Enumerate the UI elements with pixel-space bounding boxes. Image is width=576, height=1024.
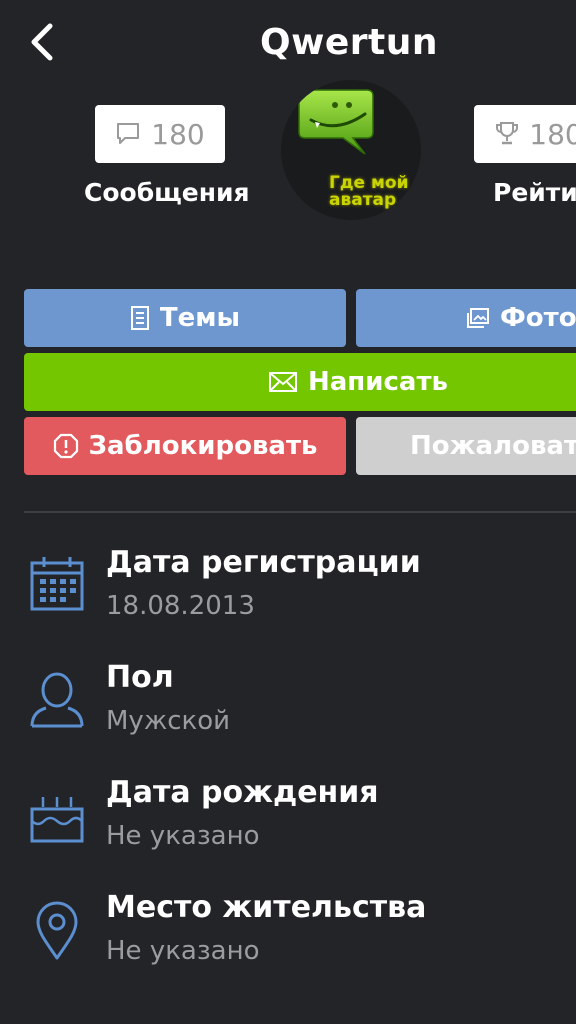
info-title-gender: Пол (106, 660, 174, 695)
info-value-location: Не указано (106, 936, 260, 966)
rating-count: 180 (529, 117, 576, 151)
info-row-gender: Пол Мужской (0, 660, 576, 760)
document-icon (130, 306, 149, 330)
messages-count: 180 (151, 117, 205, 151)
info-value-birthday: Не указано (106, 821, 260, 851)
block-octagon-icon (53, 433, 78, 459)
image-icon (467, 308, 489, 328)
speech-bubble-icon (117, 123, 140, 144)
user-icon (30, 672, 84, 728)
messages-label: Сообщения (84, 178, 250, 207)
photo-label: Фото (500, 303, 576, 333)
profile-screen: Qwertun 180 Сообщения 180 Рейтинг (0, 0, 576, 1024)
calendar-icon (30, 557, 84, 611)
avatar-placeholder-text: Где мой аватар (329, 173, 409, 210)
info-row-registration: Дата регистрации 18.08.2013 (0, 545, 576, 645)
report-button[interactable]: Пожаловаться (356, 417, 576, 475)
avatar[interactable]: Где мой аватар (281, 80, 421, 220)
info-value-gender: Мужской (106, 706, 231, 736)
rating-count-box[interactable]: 180 (474, 105, 576, 163)
info-row-location: Место жительства Не указано (0, 890, 576, 990)
messages-count-box[interactable]: 180 (95, 105, 225, 163)
write-message-label: Написать (308, 367, 448, 397)
birthday-cake-icon (30, 797, 84, 843)
divider (24, 511, 576, 513)
topics-label: Темы (159, 303, 241, 333)
envelope-icon (269, 372, 297, 392)
info-title-registration: Дата регистрации (106, 545, 421, 580)
report-label: Пожаловаться (410, 431, 576, 461)
location-pin-icon (36, 901, 78, 960)
write-message-button[interactable]: Написать (24, 353, 576, 411)
block-button[interactable]: Заблокировать (24, 417, 346, 475)
trophy-icon (496, 122, 519, 145)
rating-label: Рейтинг (493, 178, 576, 207)
topics-button[interactable]: Темы (24, 289, 346, 347)
photo-button[interactable]: Фото (356, 289, 576, 347)
page-title: Qwertun (260, 22, 438, 63)
block-label: Заблокировать (88, 431, 318, 461)
info-title-location: Место жительства (106, 890, 427, 925)
info-value-registration: 18.08.2013 (106, 591, 255, 621)
info-title-birthday: Дата рождения (106, 775, 379, 810)
info-row-birthday: Дата рождения Не указано (0, 775, 576, 875)
